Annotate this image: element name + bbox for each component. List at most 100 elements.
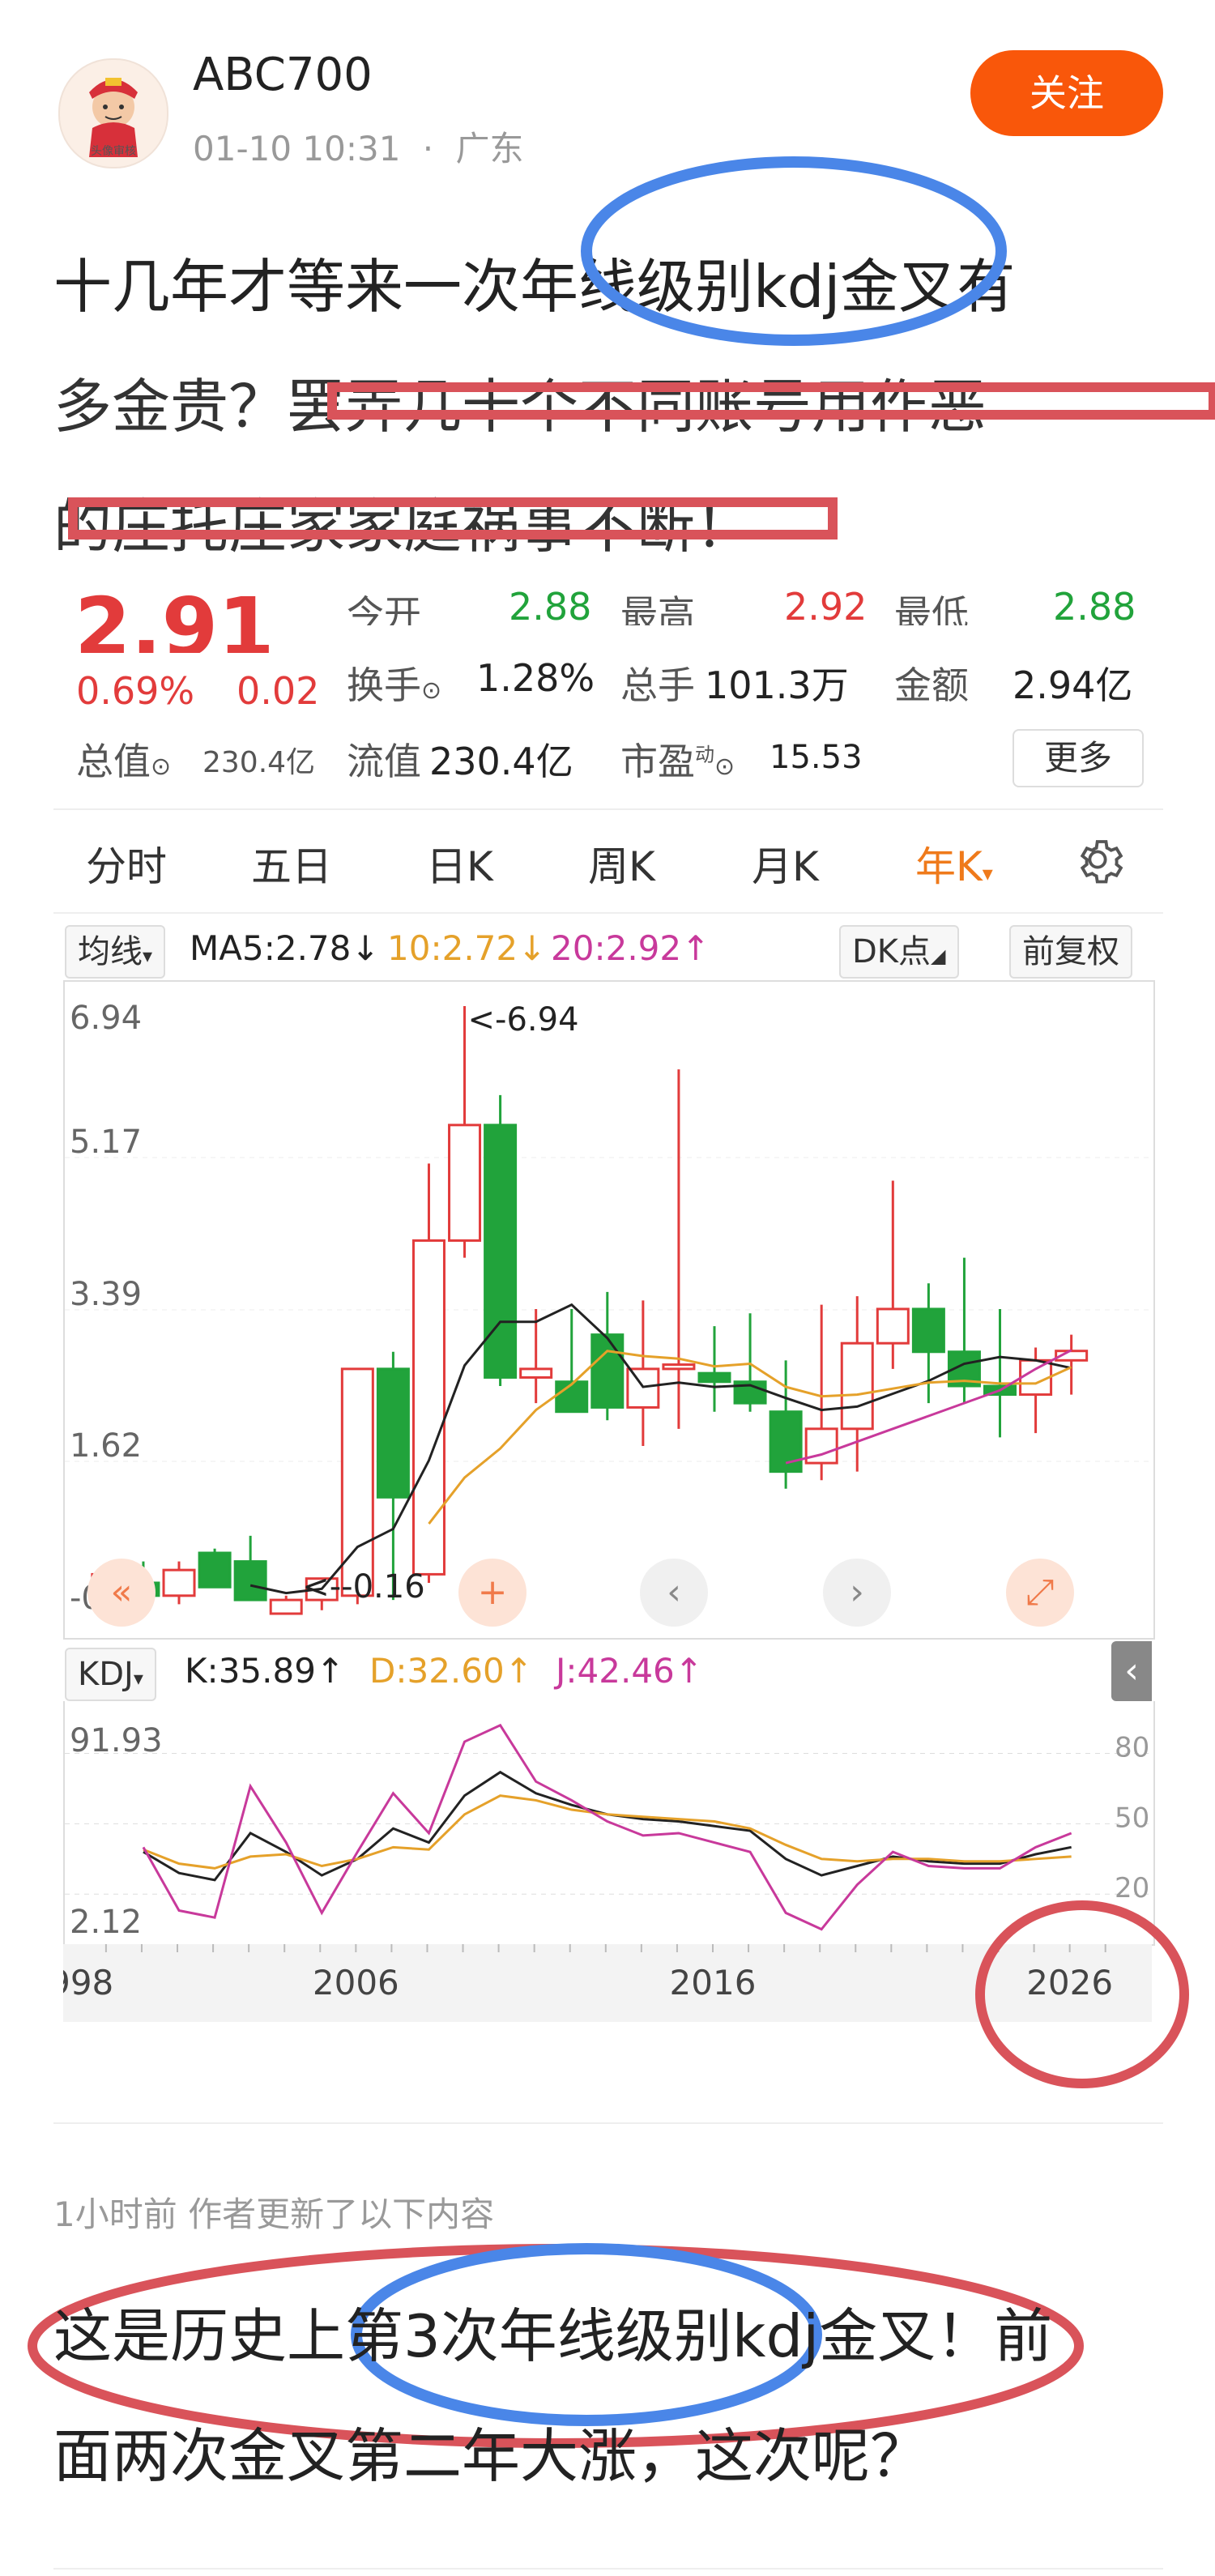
post-title-line: 的庄托庄家家庭祸事不断！ [53, 493, 754, 561]
kdj-select[interactable]: KDJ▾ [65, 1648, 156, 1701]
info-icon[interactable]: ⊙ [421, 676, 441, 705]
kdj-k-line [143, 1770, 1072, 1882]
y-tick-label-right: 20 [1115, 1872, 1149, 1904]
candle-body [269, 1598, 303, 1615]
chevron-right-icon: › [850, 1572, 864, 1613]
kline-chart-frame[interactable]: 6.945.173.391.62-0.16<-6.94<--0.16 [63, 980, 1155, 1640]
x-tick-label: 2026 [1026, 1963, 1113, 2002]
volume-value: 101.3万 [705, 663, 849, 707]
tab-intraday[interactable]: 分时 [86, 834, 167, 893]
mktcap-value: 230.4亿 [202, 746, 316, 779]
adjust-select[interactable]: 前复权 [1009, 925, 1132, 979]
update-text-line: 面两次金叉第二年大涨，这次呢？ [53, 2422, 929, 2490]
amount-value: 2.94亿 [1013, 663, 1133, 707]
fullscreen-button[interactable]: ⤢ [1006, 1559, 1074, 1627]
low-value: 2.88 [1053, 585, 1136, 625]
update-text: 这是历史上第3次年线级别kdj金叉！前 面两次金叉第二年大涨，这次呢？ [53, 2276, 1171, 2516]
double-chevron-left-icon: « [110, 1572, 133, 1613]
open-label: 今开 [347, 592, 421, 625]
candle-body [376, 1367, 410, 1499]
author-avatar[interactable]: 头像审核 [58, 58, 168, 168]
settings-icon[interactable] [1071, 833, 1124, 889]
tab-monthly-k[interactable]: 月K [752, 834, 819, 893]
candle-body [340, 1367, 374, 1597]
scroll-left-button[interactable]: ‹ [640, 1559, 708, 1627]
candle-body [590, 1333, 625, 1409]
float-value: 230.4亿 [429, 740, 573, 783]
tab-daily-k[interactable]: 日K [426, 834, 493, 893]
tab-five-day[interactable]: 五日 [251, 834, 332, 893]
turnover-value: 1.28% [476, 656, 595, 700]
avatar-caption: 头像审核 [91, 145, 136, 158]
change-value: 0.02 [237, 669, 320, 713]
candle-body [555, 1380, 589, 1414]
kdj-d-line [143, 1794, 1072, 1870]
time-axis: 1998 2006 2016 2026 [27, 1944, 1152, 2022]
expand-icon: ⤢ [1025, 1572, 1055, 1613]
kdj-chart-frame[interactable]: 80 50 20 91.93 2.12 [63, 1701, 1155, 1946]
volume-label: 总手 [620, 663, 695, 707]
y-tick-label: 91.93 [70, 1722, 163, 1759]
dk-select[interactable]: DK点◢ [839, 925, 959, 979]
candle-body [233, 1560, 267, 1601]
y-tick-label: 2.12 [70, 1904, 142, 1941]
min-annotation: <--0.16 [302, 1568, 424, 1606]
candle-body [162, 1568, 196, 1597]
candle-body [840, 1341, 874, 1431]
open-value: 2.88 [509, 585, 592, 625]
divider [53, 2122, 1163, 2124]
stock-price: 2.91 [75, 580, 275, 653]
low-label: 最低 [894, 592, 969, 625]
more-button[interactable]: 更多 [1013, 729, 1144, 787]
kdj-chart[interactable]: 80 50 20 91.93 2.12 [65, 1701, 1153, 1944]
ma20-legend: 20:2.92↑ [551, 928, 710, 968]
caret-down-icon: ▾ [133, 1667, 143, 1690]
info-icon[interactable]: ⊙ [151, 753, 171, 781]
high-label: 最高 [620, 592, 695, 625]
y-tick-label: 3.39 [70, 1276, 142, 1313]
candle-body [911, 1307, 945, 1354]
candle-body [697, 1371, 731, 1384]
x-tick-label: 2006 [313, 1963, 399, 2002]
tab-weekly-k[interactable]: 周K [588, 834, 655, 893]
zoom-in-button[interactable]: + [458, 1559, 526, 1627]
chevron-left-icon: ‹ [667, 1572, 681, 1613]
candle-body [876, 1307, 910, 1345]
candle-body [519, 1367, 553, 1379]
candle-body [198, 1551, 232, 1589]
scroll-right-button[interactable]: › [823, 1559, 891, 1627]
divider [53, 808, 1163, 810]
amount-label: 金额 [894, 663, 969, 707]
follow-button[interactable]: 关注 [970, 50, 1163, 136]
y-tick-label: 1.62 [70, 1427, 142, 1465]
kline-chart[interactable]: 6.945.173.391.62-0.16<-6.94<--0.16 [65, 982, 1153, 1638]
y-tick-label-right: 80 [1115, 1732, 1149, 1764]
rewind-button[interactable]: « [87, 1559, 156, 1627]
candle-body [448, 1124, 482, 1242]
post-location: 广东 [455, 129, 524, 168]
candle-body [484, 1124, 518, 1379]
author-name[interactable]: ABC700 [193, 49, 373, 101]
candle-body [662, 1363, 696, 1371]
collapse-panel-button[interactable]: ‹ [1111, 1641, 1152, 1701]
post-title-line: 十几年才等来一次年线级别kdj金叉有 [53, 253, 1016, 321]
kdj-j-line [142, 1723, 1072, 1931]
ma10-legend: 10:2.72↓ [387, 928, 547, 968]
post-title-line: 多金贵？罢弄几十个不同账号用作恶 [53, 373, 987, 441]
pe-label: 市盈动⊙ [620, 740, 735, 783]
y-tick-label: 5.17 [70, 1124, 142, 1161]
ma5-legend: MA5:2.78↓ [190, 928, 380, 968]
y-tick-label: 6.94 [70, 1000, 142, 1037]
ma-select[interactable]: 均线▾ [65, 925, 166, 979]
update-note: 1小时前 作者更新了以下内容 [53, 2194, 495, 2234]
max-annotation: <-6.94 [468, 1001, 579, 1039]
info-icon[interactable]: ⊙ [714, 753, 735, 781]
plus-icon: + [477, 1572, 508, 1613]
kdj-j-legend: J:42.46↑ [556, 1651, 703, 1691]
update-text-line: 这是历史上第3次年线级别kdj金叉！前 [53, 2302, 1053, 2370]
corner-arrow-icon: ◢ [931, 945, 946, 967]
divider [53, 912, 1163, 914]
pe-value: 15.53 [770, 739, 863, 776]
tab-yearly-k[interactable]: 年K▾ [915, 834, 993, 893]
post-time: 01-10 10:31 [193, 129, 401, 168]
